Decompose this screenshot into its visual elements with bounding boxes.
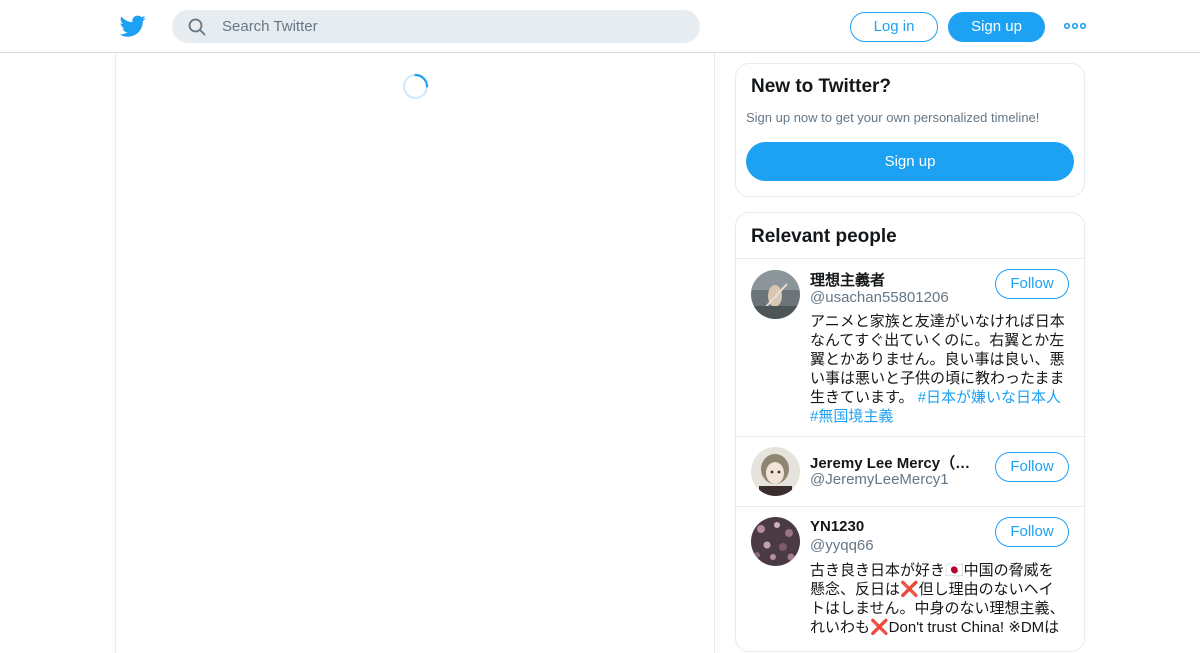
person-name[interactable]: 理想主義者: [810, 269, 885, 290]
person-handle[interactable]: @usachan55801206: [810, 289, 949, 306]
top-navigation-bar: Log in Sign up: [0, 0, 1200, 53]
search-box: [172, 10, 700, 43]
follow-button[interactable]: Follow: [995, 517, 1069, 547]
signup-button[interactable]: Sign up: [948, 12, 1045, 42]
bio-line: 古き良き日本が好き🇯🇵中国の脅威を: [810, 562, 1054, 579]
person-item[interactable]: YN1230 @yyqq66 Follow 古き良き日本が好き🇯🇵中国の脅威を …: [736, 506, 1084, 651]
person-bio: アニメと家族と友達がいなければ日本なんてすぐ出ていくのに。右翼とか左翼とかありま…: [810, 312, 1072, 426]
avatar-image: [751, 270, 800, 319]
avatar[interactable]: [751, 517, 800, 566]
timeline-column: [115, 53, 715, 653]
search-input[interactable]: [222, 10, 682, 43]
more-options-icon[interactable]: [1064, 20, 1086, 32]
search-icon: [188, 18, 206, 36]
twitter-bird-icon[interactable]: [120, 13, 146, 39]
relevant-people-card: Relevant people 理想主義者 @usachan55801206 F…: [735, 212, 1085, 652]
hashtag-link[interactable]: #日本が嫌いな日本人: [918, 389, 1061, 406]
person-item[interactable]: Jeremy Lee Mercy（人... @JeremyLeeMercy1 F…: [736, 436, 1084, 506]
bio-line: トはしません。中身のない理想主義、: [810, 600, 1065, 617]
signup-card-button[interactable]: Sign up: [746, 142, 1074, 181]
signup-card-subtitle: Sign up now to get your own personalized…: [746, 110, 1040, 125]
loading-spinner-icon: [402, 73, 429, 100]
person-bio: 古き良き日本が好き🇯🇵中国の脅威を 懸念、反日は❌但し理由のないヘイ トはしませ…: [810, 561, 1072, 637]
avatar[interactable]: [751, 270, 800, 319]
signup-card: New to Twitter? Sign up now to get your …: [735, 63, 1085, 197]
person-item[interactable]: 理想主義者 @usachan55801206 Follow アニメと家族と友達が…: [736, 258, 1084, 436]
follow-button[interactable]: Follow: [995, 452, 1069, 482]
bio-line: 懸念、反日は❌但し理由のないヘイ: [810, 581, 1054, 598]
login-button[interactable]: Log in: [850, 12, 938, 42]
person-handle[interactable]: @yyqq66: [810, 537, 874, 554]
avatar-image: [751, 447, 800, 496]
avatar[interactable]: [751, 447, 800, 496]
person-name[interactable]: YN1230: [810, 518, 864, 535]
person-name[interactable]: Jeremy Lee Mercy（人...: [810, 452, 982, 473]
person-handle[interactable]: @JeremyLeeMercy1: [810, 471, 949, 488]
relevant-people-title: Relevant people: [751, 226, 897, 247]
avatar-image: [751, 517, 800, 566]
signup-card-title: New to Twitter?: [751, 76, 892, 97]
hashtag-link[interactable]: #無国境主義: [810, 408, 893, 425]
bio-line: れいわも❌Don't trust China! ※DMは: [810, 619, 1060, 636]
follow-button[interactable]: Follow: [995, 269, 1069, 299]
